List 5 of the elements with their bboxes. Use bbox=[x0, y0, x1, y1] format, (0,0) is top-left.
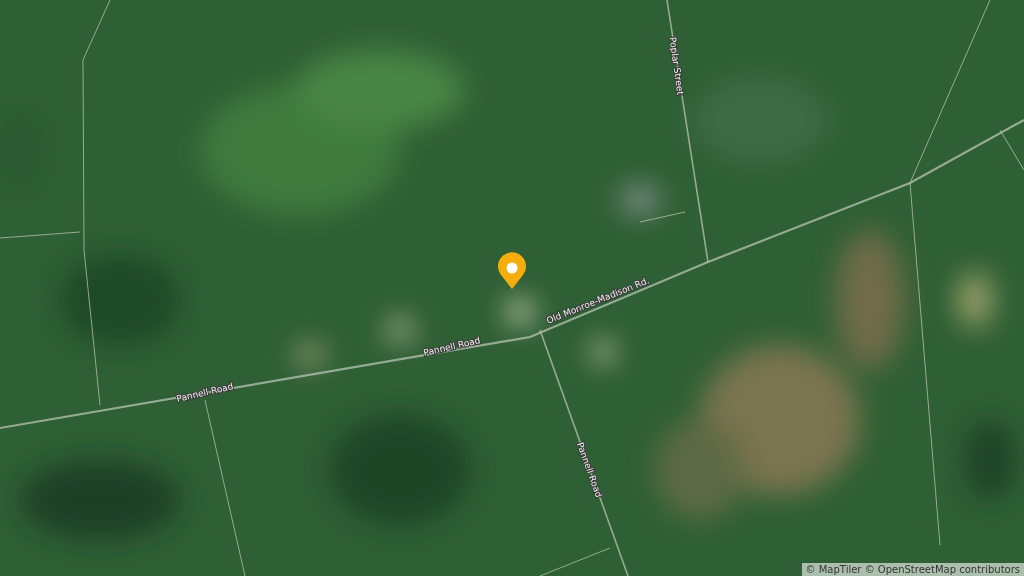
map-attribution[interactable]: © MapTiler © OpenStreetMap contributors bbox=[801, 563, 1024, 576]
road-label: Poplar Street bbox=[667, 36, 686, 96]
map-pin-icon[interactable] bbox=[498, 252, 526, 289]
road-label: Pannell Road bbox=[175, 381, 235, 404]
road-label: Pannell Road bbox=[422, 335, 482, 358]
